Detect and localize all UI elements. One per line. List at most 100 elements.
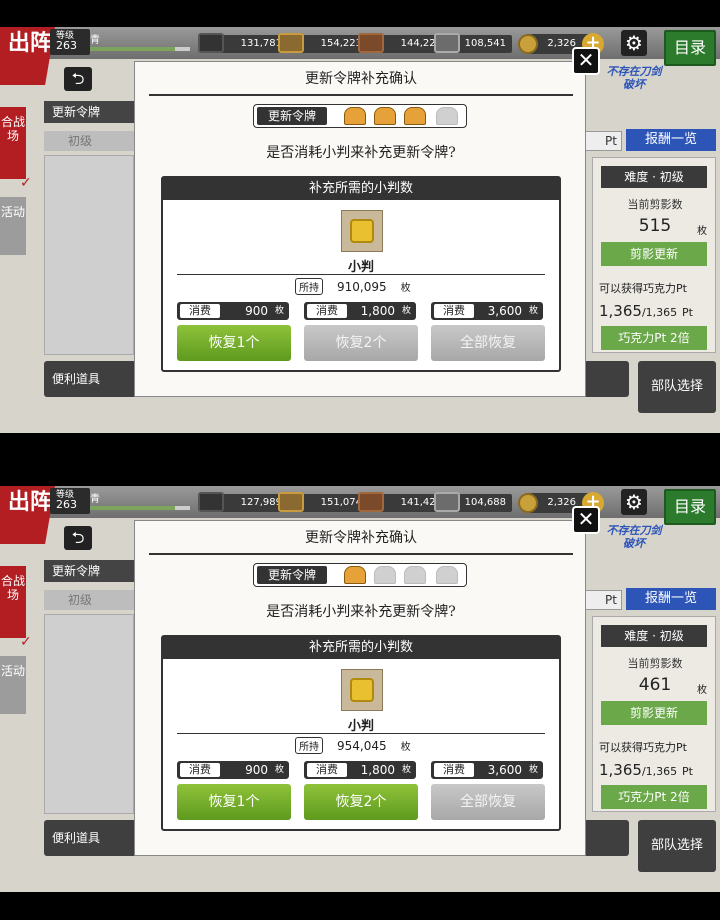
recover-all-button[interactable]: 全部恢复	[431, 784, 545, 820]
unit-label: 枚	[697, 685, 707, 696]
cost-value: 900	[245, 304, 268, 318]
unit-label: 枚	[528, 306, 538, 316]
player-name: 青	[90, 35, 100, 46]
dialog-title: 更新令牌补充确认	[149, 527, 573, 555]
cost-label: 消费	[180, 763, 220, 777]
level-value: 263	[56, 39, 77, 52]
resource-value: 127,989	[240, 497, 282, 508]
tab-event[interactable]: 活动	[0, 197, 26, 255]
difficulty-tab-beginner[interactable]: 初级	[44, 590, 134, 610]
pt-display: Pt	[584, 590, 622, 610]
shadow-refresh-button[interactable]: 剪影更新	[601, 701, 707, 725]
owned-value: 910,095	[337, 280, 387, 294]
resource-charcoal: 131,781	[198, 33, 288, 53]
cost-3: 消费 3,600 枚	[431, 761, 543, 779]
xp-bar	[90, 47, 190, 51]
cost-2: 消费 1,800 枚	[304, 302, 416, 320]
recover-all-button[interactable]: 全部恢复	[431, 325, 545, 361]
difficulty-tab-beginner[interactable]: 初级	[44, 131, 134, 151]
settings-gear-icon[interactable]: ⚙	[621, 489, 647, 515]
back-button[interactable]: ⮌	[64, 526, 92, 550]
cost-1: 消费 900 枚	[177, 302, 289, 320]
difficulty-label: 难度 · 初级	[601, 166, 707, 188]
token-tab: 更新令牌	[44, 560, 134, 582]
token-icon	[404, 566, 426, 584]
tab-event[interactable]: 活动	[0, 656, 26, 714]
cost-value: 1,800	[360, 763, 395, 777]
steel-icon	[278, 492, 304, 512]
cost-box: 补充所需的小判数 小判 所持 954,045 枚 消费 900 枚 消费 1,800 枚 消…	[161, 635, 561, 831]
cost-label: 消费	[307, 763, 347, 777]
map-area	[44, 155, 134, 355]
token-label: 更新令牌	[257, 566, 327, 584]
unit-label: 枚	[400, 742, 411, 753]
owned-label: 所持	[295, 737, 323, 754]
resource-steel: 154,223	[278, 33, 368, 53]
choco-points: 1,365/1,365 Pt	[599, 761, 693, 779]
owned-count: 所持 954,045 枚	[295, 737, 411, 754]
cost-label: 消费	[307, 304, 347, 318]
tab-battlefield[interactable]: 合战场	[0, 566, 26, 638]
menu-button[interactable]: 目录	[664, 489, 716, 525]
confirm-dialog: 更新令牌补充确认 更新令牌 是否消耗小判来补充更新令牌? 补充所需的小判数 小判…	[134, 61, 586, 397]
choco-get-label: 可以获得巧克力Pt	[599, 741, 687, 754]
token-icon	[374, 107, 396, 125]
unit-select-button[interactable]: 部队选择	[638, 361, 716, 413]
recover-1-button[interactable]: 恢复1个	[177, 784, 291, 820]
koban-icon	[518, 34, 538, 54]
screen-panel: 出阵 等级 263 青 131,781 154,223 144,222 108,5…	[0, 27, 720, 433]
choco-double-badge: 巧克力Pt 2倍	[601, 326, 707, 350]
choco-max: /1,365	[641, 765, 678, 778]
token-icon	[344, 566, 366, 584]
cost-value: 3,600	[487, 304, 522, 318]
recover-2-button[interactable]: 恢复2个	[304, 784, 418, 820]
item-name: 小判	[347, 719, 374, 734]
reward-list-button[interactable]: 报酬一览	[626, 129, 716, 151]
shadow-refresh-button[interactable]: 剪影更新	[601, 242, 707, 266]
cost-3: 消费 3,600 枚	[431, 302, 543, 320]
choco-current: 1,365	[599, 761, 642, 779]
owned-count: 所持 910,095 枚	[295, 278, 411, 295]
screen-panel: 出阵 等级 263 青 127,989 151,074 141,421 104,6…	[0, 486, 720, 892]
cost-label: 消费	[180, 304, 220, 318]
reward-list-button[interactable]: 报酬一览	[626, 588, 716, 610]
divider	[177, 274, 545, 275]
cost-box-title: 补充所需的小判数	[163, 637, 559, 659]
recover-2-button[interactable]: 恢复2个	[304, 325, 418, 361]
cost-box-title: 补充所需的小判数	[163, 178, 559, 200]
map-area	[44, 614, 134, 814]
check-icon: ✓	[20, 634, 32, 650]
cost-value: 3,600	[487, 763, 522, 777]
current-shadow-label: 当前剪影数	[627, 657, 683, 670]
back-button[interactable]: ⮌	[64, 67, 92, 91]
cost-1: 消费 900 枚	[177, 761, 289, 779]
resource-whetstone: 104,688	[434, 492, 512, 512]
info-panel: 难度 · 初级 当前剪影数 461 枚 剪影更新 可以获得巧克力Pt 1,365…	[592, 616, 716, 812]
xp-fill	[90, 506, 175, 510]
resource-value: 151,074	[320, 497, 362, 508]
unit-label: 枚	[401, 306, 411, 316]
recover-1-button[interactable]: 恢复1个	[177, 325, 291, 361]
player-name: 青	[90, 494, 100, 505]
difficulty-label: 难度 · 初级	[601, 625, 707, 647]
tab-battlefield[interactable]: 合战场	[0, 107, 26, 179]
cost-value: 900	[245, 763, 268, 777]
menu-button[interactable]: 目录	[664, 30, 716, 66]
dialog-question: 是否消耗小判来补充更新令牌?	[266, 604, 456, 620]
pt-unit: Pt	[681, 765, 693, 778]
unit-select-button[interactable]: 部队选择	[638, 820, 716, 872]
level-badge: 等级 263	[50, 29, 90, 55]
cost-value: 1,800	[360, 304, 395, 318]
coolant-icon	[358, 492, 384, 512]
pt-display: Pt	[584, 131, 622, 151]
unit-label: 枚	[528, 765, 538, 775]
token-icon	[374, 566, 396, 584]
unit-label: 枚	[274, 765, 284, 775]
close-button[interactable]: ✕	[572, 506, 600, 534]
settings-gear-icon[interactable]: ⚙	[621, 30, 647, 56]
close-button[interactable]: ✕	[572, 47, 600, 75]
event-logo: 不存在刀剑破坏	[606, 65, 662, 91]
token-row: 更新令牌	[253, 104, 467, 128]
choco-max: /1,365	[641, 306, 678, 319]
cost-label: 消费	[434, 763, 474, 777]
